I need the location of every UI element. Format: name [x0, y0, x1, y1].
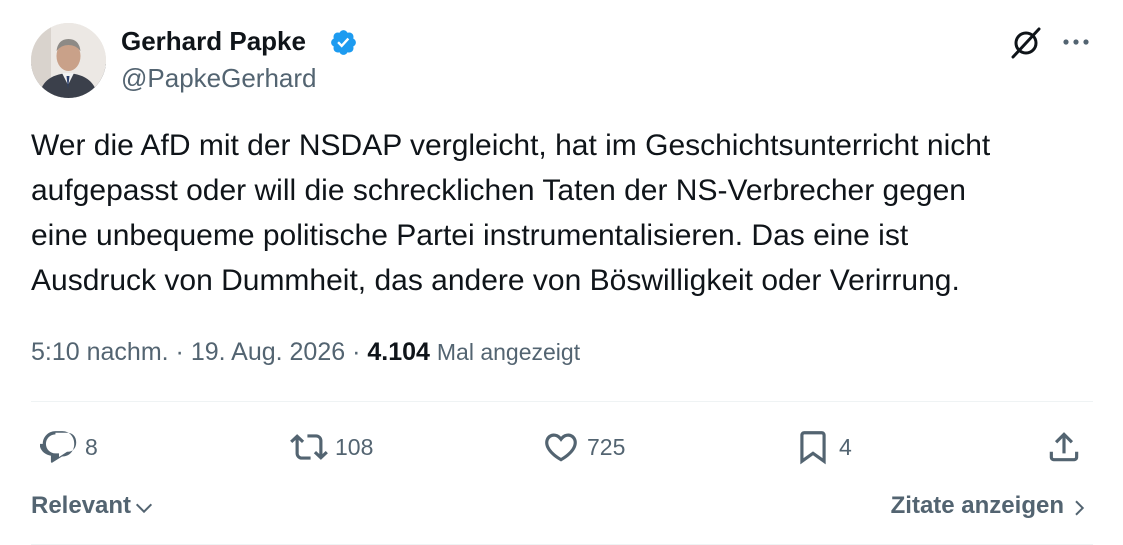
repost-button[interactable]: 108 [290, 425, 373, 469]
views-label[interactable]: Mal angezeigt [437, 339, 580, 365]
avatar[interactable] [31, 23, 106, 98]
tweet-text: Wer die AfD mit der NSDAP vergleicht, ha… [31, 129, 991, 297]
chevron-right-icon [1075, 500, 1085, 515]
meta-separator: · [175, 338, 184, 366]
quotes-label: Zitate anzeigen [890, 492, 1064, 519]
sort-dropdown[interactable]: Relevant [31, 490, 155, 522]
reply-icon [40, 431, 77, 463]
tweet-date[interactable]: 19. Aug. 2026 [191, 338, 345, 366]
bookmark-icon [800, 431, 826, 465]
reply-count: 8 [85, 433, 98, 460]
repost-icon [290, 434, 328, 460]
sort-label: Relevant [31, 492, 132, 519]
views-count[interactable]: 4.104 [367, 338, 430, 366]
like-icon [545, 433, 577, 462]
author-name[interactable]: Gerhard Papke [121, 26, 306, 56]
chevron-down-icon [136, 503, 153, 514]
more-icon[interactable] [1060, 30, 1092, 54]
tweet-meta: 5:10 nachm. · 19. Aug. 2026 · 4.104 Mal … [31, 336, 580, 368]
divider [31, 401, 1093, 402]
view-quotes-link[interactable]: Zitate anzeigen [891, 490, 1088, 522]
bookmark-button[interactable]: 4 [794, 425, 852, 469]
meta-separator: · [352, 338, 361, 366]
share-icon [1049, 432, 1079, 462]
bookmark-count: 4 [839, 433, 852, 460]
author-handle[interactable]: @PapkeGerhard [121, 63, 317, 93]
like-count: 725 [587, 433, 626, 460]
tweet-time[interactable]: 5:10 nachm. [31, 338, 169, 366]
grok-icon[interactable] [1008, 24, 1044, 60]
reply-button[interactable]: 8 [40, 425, 98, 469]
like-button[interactable]: 725 [542, 425, 625, 469]
share-button[interactable] [1045, 425, 1083, 469]
verified-badge-icon [331, 30, 356, 55]
repost-count: 108 [335, 433, 374, 460]
